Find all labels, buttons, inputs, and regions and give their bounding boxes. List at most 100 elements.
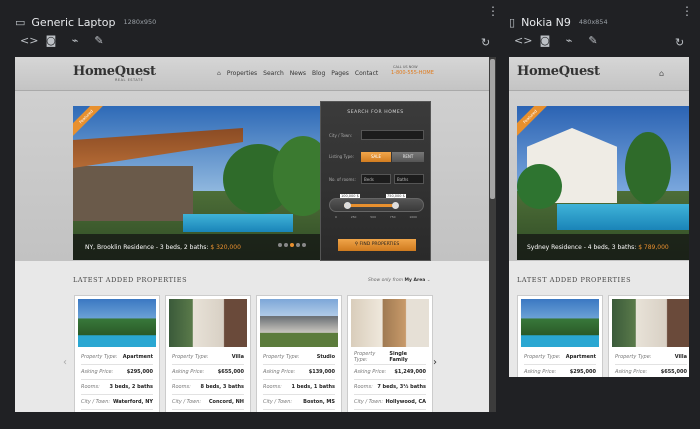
carousel-next-icon[interactable]: › <box>433 357 437 368</box>
device-menu-icon[interactable]: ⋮ <box>681 5 693 20</box>
scrollbar-thumb[interactable] <box>490 59 495 199</box>
edit-icon[interactable]: ✎ <box>92 34 106 48</box>
price-slider-fill <box>344 204 396 207</box>
hero-caption[interactable]: Sydney Residence - 4 beds, 3 baths: $ 78… <box>527 244 669 251</box>
viewport-scrollbar[interactable] <box>489 57 496 412</box>
slide-dot[interactable] <box>278 243 282 247</box>
property-card[interactable]: Property Type: Studio Asking Price: $139,0… <box>256 295 342 412</box>
site-logo-sub: REAL ESTATE <box>115 78 144 82</box>
nav-contact[interactable]: Contact <box>355 70 378 77</box>
call-us-label: CALL US NOW <box>393 65 418 69</box>
device-menu-icon[interactable]: ⋮ <box>487 5 499 20</box>
hero-slide[interactable]: Featured Sydney Residence - 4 beds, 3 ba… <box>517 106 689 260</box>
nav-properties[interactable]: Properties <box>227 70 257 77</box>
city-value: Boston, MS <box>303 399 335 405</box>
phone-viewport: HomeQuest ⌂ Featured Sydney Residence - … <box>509 57 689 377</box>
property-type-label: Property Type: <box>615 354 652 360</box>
hero-slide[interactable]: Featured NY, Brooklin Residence - 3 beds… <box>73 106 320 260</box>
hero-pool <box>183 214 293 232</box>
price-slider[interactable]: 100,000 $ 750,000 $ <box>329 194 424 212</box>
hero-stage: Featured Sydney Residence - 4 beds, 3 ba… <box>509 91 689 261</box>
asking-price-label: Asking Price: <box>172 369 205 375</box>
slide-dot[interactable] <box>284 243 288 247</box>
property-thumb[interactable] <box>169 299 247 347</box>
code-icon[interactable]: <> <box>20 34 38 48</box>
edit-icon[interactable]: ✎ <box>586 34 600 48</box>
hero-caption-text: Sydney Residence - 4 beds, 3 baths: <box>527 244 637 251</box>
property-type-row: Property Type: Villa <box>615 350 687 365</box>
code-icon[interactable]: <> <box>514 34 532 48</box>
menu-icon[interactable]: ⌂ <box>659 69 664 78</box>
property-thumb[interactable] <box>521 299 599 347</box>
city-input[interactable] <box>361 130 424 140</box>
price-tick: 500 <box>370 215 376 219</box>
rooms-row: Rooms: 1 beds, 1 baths <box>263 380 335 395</box>
price-tick: 1000 <box>409 215 417 219</box>
property-type-value: Apartment <box>565 354 596 360</box>
site-logo[interactable]: HomeQuest <box>517 64 600 79</box>
latest-title: LATEST ADDED PROPERTIES <box>73 276 188 284</box>
slide-dot[interactable] <box>296 243 300 247</box>
asking-price-value: $295,000 <box>126 369 153 375</box>
search-panel: SEARCH FOR HOMES City / Town: Listing Ty… <box>320 101 431 261</box>
asking-price-label: Asking Price: <box>81 369 114 375</box>
property-card[interactable]: Property Type: Apartment Asking Price: $29… <box>517 295 603 377</box>
rooms-row: Rooms: 8 beds, 3 baths <box>172 380 244 395</box>
hero-caption-bar: Sydney Residence - 4 beds, 3 baths: $ 78… <box>517 234 689 260</box>
nav-pages[interactable]: Pages <box>331 70 349 77</box>
asking-price-label: Asking Price: <box>354 369 387 375</box>
home-icon[interactable]: ⌂ <box>217 70 221 77</box>
slide-dot-active[interactable] <box>290 243 294 247</box>
asking-price-row: Asking Price: $655,000 <box>615 365 687 377</box>
site-logo[interactable]: HomeQuest <box>73 64 156 79</box>
slide-dot[interactable] <box>302 243 306 247</box>
site-header: HomeQuest ⌂ <box>509 57 689 91</box>
screenshot-icon[interactable]: ◙ <box>538 34 552 48</box>
nav-search[interactable]: Search <box>263 70 284 77</box>
property-thumb[interactable] <box>78 299 156 347</box>
device-header: ▯ Nokia N9 480x854 <box>509 11 608 33</box>
price-max-handle[interactable] <box>392 202 399 209</box>
property-card[interactable]: Property Type: Villa Asking Price: $655,00… <box>608 295 689 377</box>
property-thumb[interactable] <box>351 299 429 347</box>
baths-select[interactable]: Baths <box>394 174 424 184</box>
property-card[interactable]: Property Type: Apartment Asking Price: $29… <box>74 295 160 412</box>
asking-price-value: $139,000 <box>308 369 335 375</box>
network-icon[interactable]: ⌁ <box>68 34 82 48</box>
rooms-label: No. of rooms: <box>329 177 356 182</box>
rooms-label: Rooms: <box>172 384 191 390</box>
carousel-prev-icon[interactable]: ‹ <box>63 357 67 368</box>
listing-type-label: Listing Type: <box>329 154 354 159</box>
hero-caption[interactable]: NY, Brooklin Residence - 3 beds, 2 baths… <box>85 244 241 251</box>
rooms-row: Rooms: 7 beds, 3½ baths <box>354 380 426 395</box>
screenshot-icon[interactable]: ◙ <box>44 34 58 48</box>
property-type-row: Property Type: Apartment <box>524 350 596 365</box>
sale-toggle[interactable]: SALE <box>361 152 391 162</box>
find-properties-button[interactable]: ⚲ FIND PROPERTIES <box>338 239 416 251</box>
hero-caption-price: $ 789,000 <box>638 244 669 251</box>
site-nav: ⌂ Properties Search News Blog Pages Cont… <box>217 70 378 77</box>
rent-toggle[interactable]: RENT <box>392 152 424 162</box>
city-value: Hollywood, CA <box>385 399 426 405</box>
find-properties-label: FIND PROPERTIES <box>359 242 400 247</box>
city-row: City / Town: Concord, NH <box>172 395 244 410</box>
rotate-icon[interactable]: ↻ <box>675 36 684 49</box>
property-card[interactable]: Property Type: Single Family Asking Price… <box>347 295 433 412</box>
property-thumb[interactable] <box>612 299 689 347</box>
network-icon[interactable]: ⌁ <box>562 34 576 48</box>
device-name: Generic Laptop <box>31 15 116 29</box>
device-size: 480x854 <box>578 18 608 26</box>
price-min-handle[interactable] <box>344 202 351 209</box>
property-type-row: Property Type: Single Family <box>354 350 426 365</box>
show-only-filter[interactable]: Show only from My Area ⌄ <box>368 278 431 283</box>
property-thumb[interactable] <box>260 299 338 347</box>
nav-news[interactable]: News <box>290 70 306 77</box>
beds-select[interactable]: Beds <box>361 174 391 184</box>
phone-number: 1-800-555-HOME <box>391 70 434 76</box>
city-label: City / Town: <box>81 399 111 405</box>
hero-caption-price: $ 320,000 <box>210 244 241 251</box>
nav-blog[interactable]: Blog <box>312 70 325 77</box>
rotate-icon[interactable]: ↻ <box>481 36 490 49</box>
property-card[interactable]: Property Type: Villa Asking Price: $655,00… <box>165 295 251 412</box>
property-type-value: Studio <box>316 354 335 360</box>
